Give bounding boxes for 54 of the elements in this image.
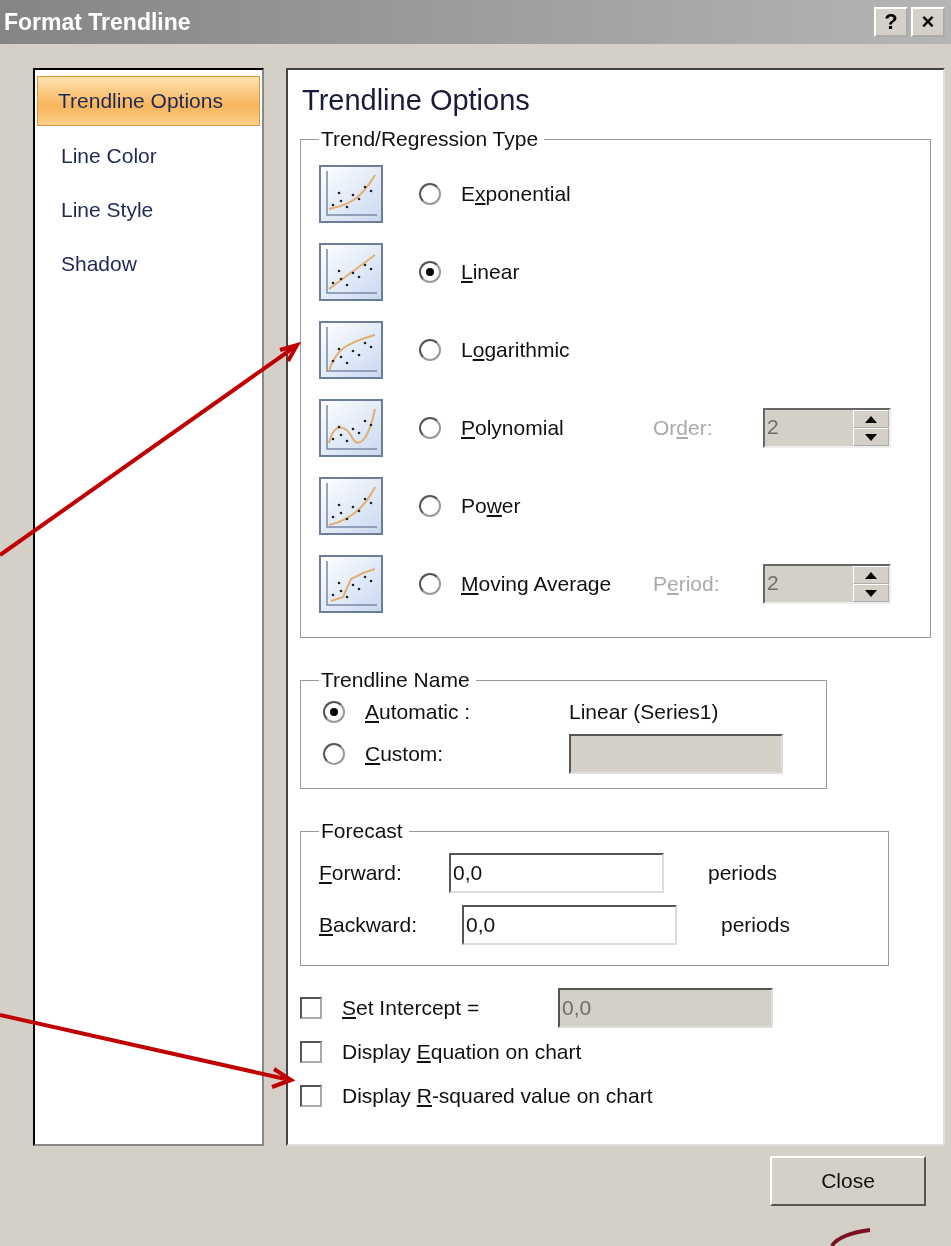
option-label: Linear — [461, 260, 520, 283]
field-label: Backward: — [319, 913, 418, 936]
category-item[interactable]: Trendline Options — [37, 76, 260, 126]
forecast-field[interactable]: 0,0 — [449, 853, 664, 893]
radio-button[interactable] — [419, 573, 441, 595]
group-title: Trend/Regression Type — [320, 127, 540, 151]
forecast-field[interactable]: 0,0 — [462, 905, 677, 945]
trendline-chart-icon[interactable] — [319, 243, 383, 301]
panel-heading: Trendline Options — [301, 84, 531, 117]
checkbox-label: Set Intercept = — [342, 996, 480, 1019]
unit-label: periods — [721, 913, 790, 937]
option-label: Custom: — [365, 742, 444, 766]
arrow-up-icon — [865, 415, 877, 423]
trendline-chart-icon[interactable] — [319, 555, 383, 613]
radio-button[interactable] — [419, 495, 441, 517]
option-label: Moving Average — [461, 572, 612, 595]
checkbox[interactable] — [300, 1041, 322, 1063]
radio-button[interactable] — [419, 183, 441, 205]
category-item[interactable]: Line Color — [37, 132, 260, 180]
radio-button[interactable] — [323, 701, 345, 723]
option-label: Power — [461, 494, 521, 517]
help-button[interactable]: ? — [874, 7, 908, 37]
option-label: Automatic : — [365, 700, 471, 724]
option-label: Logarithmic — [461, 338, 570, 361]
category-item[interactable]: Line Style — [37, 186, 260, 234]
window-title: Format Trendline — [4, 8, 191, 36]
trendline-chart-icon[interactable] — [319, 399, 383, 457]
spin-label: Period: — [653, 572, 720, 595]
annotation-stroke — [830, 1228, 871, 1246]
close-button[interactable]: × — [911, 7, 945, 37]
close-dialog-button[interactable]: Close — [770, 1156, 926, 1206]
trendline-chart-icon[interactable] — [319, 165, 383, 223]
trendline-name: Linear (Series1) — [569, 700, 720, 724]
category-item[interactable]: Shadow — [37, 240, 260, 288]
option-label: Exponential — [461, 182, 571, 205]
radio-button[interactable] — [419, 339, 441, 361]
radio-button[interactable] — [323, 743, 345, 765]
trendline-chart-icon[interactable] — [319, 321, 383, 379]
checkbox[interactable] — [300, 997, 322, 1019]
arrow-up-icon — [865, 571, 877, 579]
arrow-down-icon — [865, 433, 877, 441]
spin-label: Order: — [653, 416, 713, 439]
checkbox-label: Display Equation on chart — [342, 1040, 582, 1063]
radio-button[interactable] — [419, 417, 441, 439]
checkbox-label: Display R-squared value on chart — [342, 1084, 653, 1107]
checkbox[interactable] — [300, 1085, 322, 1107]
radio-button[interactable] — [419, 261, 441, 283]
group-title: Trendline Name — [320, 668, 471, 692]
group-title: Forecast — [320, 819, 404, 843]
arrow-down-icon — [865, 589, 877, 597]
trendline-chart-icon[interactable] — [319, 477, 383, 535]
unit-label: periods — [708, 861, 777, 885]
field-label: Forward: — [319, 861, 402, 884]
option-label: Polynomial — [461, 416, 564, 439]
